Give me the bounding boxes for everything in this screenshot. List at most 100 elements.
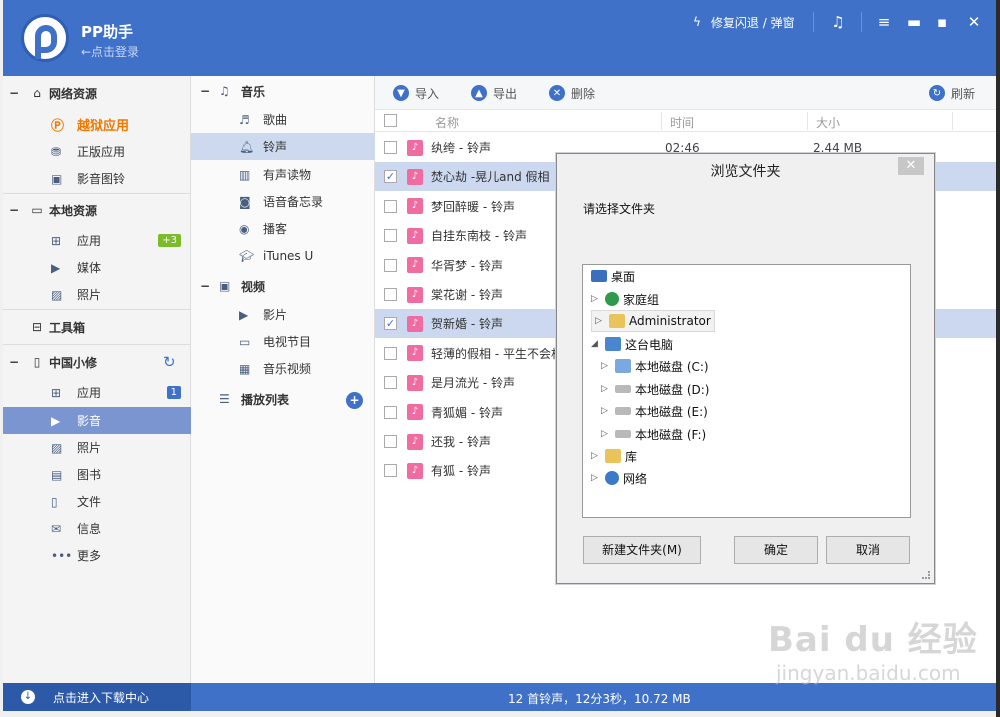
expand-arrow-icon[interactable]: ▷ [591,451,601,461]
category-item-audiobooks[interactable]: ▥ 有声读物 [191,161,375,188]
shopping-bag-icon: ⛃ [51,144,62,159]
resize-grip-icon[interactable] [922,571,930,579]
row-checkbox[interactable] [384,435,397,448]
cancel-button[interactable]: 取消 [826,536,910,564]
category-music[interactable]: − ♫ 音乐 [191,77,375,105]
tree-node-drive-d[interactable]: ▷ 本地磁盘 (D:) [601,378,709,400]
refresh-button[interactable]: ↻ 刷新 [929,83,975,103]
delete-button[interactable]: ✕ 删除 [549,83,595,103]
collapse-icon: − [8,86,20,100]
sidebar-item-device-files[interactable]: ▯ 文件 [3,488,191,515]
sidebar-item-label: 文件 [77,495,102,509]
expand-arrow-icon[interactable]: ▷ [601,361,611,371]
export-button[interactable]: ▲ 导出 [471,83,517,103]
folder-tree[interactable]: 桌面 ▷ 家庭组 ▷ Administrator ◢ 这台电脑 ▷ 本地磁盘 (… [582,264,911,518]
dialog-titlebar[interactable]: 浏览文件夹 ✕ [557,154,934,184]
tree-node-drive-f[interactable]: ▷ 本地磁盘 (F:) [601,423,706,445]
row-checkbox[interactable]: ✓ [384,170,397,184]
category-item-label: 铃声 [263,140,288,154]
tree-node-desktop[interactable]: 桌面 [591,265,635,287]
close-icon[interactable]: ✕ [959,10,989,34]
column-divider[interactable] [952,112,953,130]
expand-arrow-icon[interactable]: ▷ [601,384,611,394]
collapse-arrow-icon[interactable]: ◢ [591,339,601,349]
row-checkbox[interactable]: ✓ [384,317,397,331]
row-checkbox[interactable] [384,229,397,243]
sidebar-section-network[interactable]: − ⌂ 网络资源 [3,76,191,110]
column-header-size[interactable]: 大小 [816,114,840,131]
tree-node-network[interactable]: ▷ 网络 [591,467,647,489]
delete-label: 删除 [571,86,596,101]
sidebar-item-media-ringtones[interactable]: ▣ 影音图铃 [3,165,191,192]
login-link[interactable]: ←点击登录 [81,43,139,60]
category-item-tv-shows[interactable]: ▭ 电视节目 [191,328,375,355]
minimize-icon[interactable]: ▬ [899,10,929,34]
sidebar-item-label: 图书 [77,468,102,482]
row-checkbox[interactable] [384,258,397,272]
category-item-ringtones[interactable]: 🔔︎ 铃声 [191,133,375,160]
add-playlist-button[interactable]: + [346,392,363,409]
refresh-label: 刷新 [951,86,976,101]
music-note-icon[interactable]: ♫ [823,10,853,34]
ok-button[interactable]: 确定 [734,536,818,564]
expand-arrow-icon[interactable]: ▷ [601,429,611,439]
sidebar-item-device-media[interactable]: ▶ 影音 [3,407,191,434]
maximize-icon[interactable]: ▪ [927,10,957,34]
refresh-icon[interactable]: ↻ [163,353,176,371]
expand-arrow-icon[interactable]: ▷ [601,406,611,416]
tree-node-homegroup[interactable]: ▷ 家庭组 [591,288,659,310]
ringtone-title: 青狐媚 - 铃声 [431,405,503,420]
sidebar-item-device-photos[interactable]: ▨ 照片 [3,434,191,461]
category-item-music-videos[interactable]: ▦ 音乐视频 [191,355,375,382]
sidebar-section-local[interactable]: − ▭ 本地资源 [3,193,191,227]
home-icon: ⌂ [33,86,41,100]
category-item-label: 有声读物 [263,168,312,182]
tree-node-administrator[interactable]: ▷ Administrator [591,310,715,332]
row-checkbox[interactable] [384,141,397,154]
sidebar-item-official-apps[interactable]: ⛃ 正版应用 [3,138,191,165]
category-item-movies[interactable]: ▶ 影片 [191,301,375,328]
row-checkbox[interactable] [384,376,397,390]
sidebar-item-jailbreak-apps[interactable]: Ⓟ 越狱应用 [3,111,191,138]
expand-arrow-icon[interactable]: ▷ [591,473,601,483]
sidebar-item-local-photos[interactable]: ▨ 照片 [3,281,191,308]
row-checkbox[interactable] [384,288,397,301]
category-video[interactable]: − ▣ 视频 [191,272,375,300]
category-item-voice-memos[interactable]: ◙ 语音备忘录 [191,188,375,215]
sidebar-item-local-media[interactable]: ▶ 媒体 [3,254,191,281]
menu-icon[interactable]: ≡ [869,10,899,34]
sidebar-item-local-apps[interactable]: ⊞ 应用 +3 [3,227,191,254]
sidebar-section-toolbox[interactable]: ⊟ 工具箱 [3,310,191,344]
select-all-checkbox[interactable] [384,114,397,127]
sidebar-item-device-apps[interactable]: ⊞ 应用 1 [3,379,191,406]
message-icon: ✉ [51,521,62,536]
tree-node-drive-c[interactable]: ▷ 本地磁盘 (C:) [601,355,709,377]
sidebar-item-device-more[interactable]: ••• 更多 [3,542,191,569]
import-button[interactable]: ▼ 导入 [393,83,439,103]
tree-node-this-pc[interactable]: ◢ 这台电脑 [591,333,673,355]
sidebar-item-device-books[interactable]: ▤ 图书 [3,461,191,488]
category-item-podcasts[interactable]: ◉ 播客 [191,215,375,242]
expand-arrow-icon[interactable]: ▷ [595,316,605,326]
new-folder-button[interactable]: 新建文件夹(M) [583,536,701,564]
column-divider[interactable] [661,112,662,130]
column-header-time[interactable]: 时间 [670,114,694,131]
repair-button[interactable]: ϟ 修复闪退 / 弹窗 [693,13,795,31]
row-checkbox[interactable] [384,199,397,213]
tree-node-library[interactable]: ▷ 库 [591,445,637,467]
sidebar-item-device-messages[interactable]: ✉ 信息 [3,515,191,542]
category-item-songs[interactable]: ♬ 歌曲 [191,106,375,133]
download-center-button[interactable]: ↓ 点击进入下载中心 [3,683,191,711]
tree-node-drive-e[interactable]: ▷ 本地磁盘 (E:) [601,400,708,422]
row-checkbox[interactable] [384,464,397,478]
row-checkbox[interactable] [384,405,397,419]
header-bar: PP助手 ←点击登录 ϟ 修复闪退 / 弹窗 ♫ ≡ ▬ ▪ ✕ [3,0,996,76]
sidebar-section-device[interactable]: − ▯ 中国小修 ↻ [3,345,191,379]
dialog-close-icon[interactable]: ✕ [898,157,924,175]
column-header-name[interactable]: 名称 [435,114,459,131]
category-item-itunes-u[interactable]: 🎓︎ iTunes U [191,242,375,269]
category-label: 播放列表 [241,392,290,407]
row-checkbox[interactable] [384,346,397,360]
column-divider[interactable] [807,112,808,130]
expand-arrow-icon[interactable]: ▷ [591,294,601,304]
